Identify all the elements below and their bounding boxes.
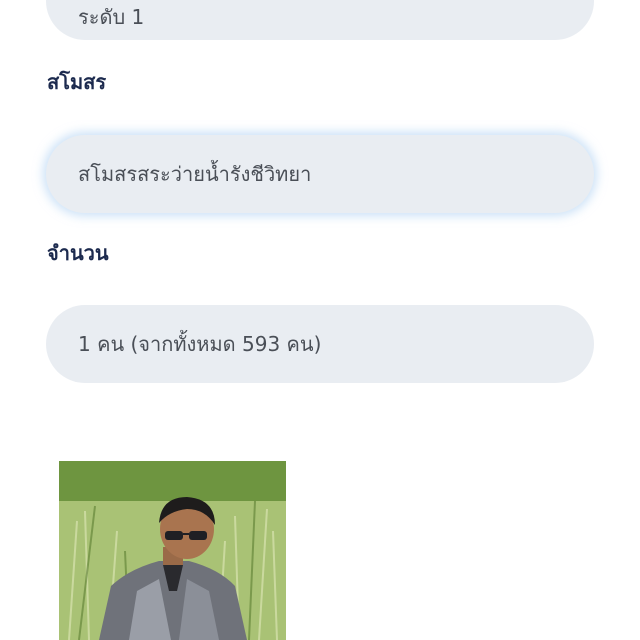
level-field[interactable]: ระดับ 1 <box>46 0 594 40</box>
club-label: สโมสร <box>47 70 107 94</box>
club-value: สโมสรสระว่ายน้ำรังชีวิทยา <box>78 162 312 186</box>
count-field[interactable]: 1 คน (จากทั้งหมด 593 คน) <box>46 305 594 383</box>
count-label: จำนวน <box>47 241 109 265</box>
person-photo-icon <box>59 461 286 640</box>
member-photo[interactable] <box>59 461 286 640</box>
count-value: 1 คน (จากทั้งหมด 593 คน) <box>78 332 322 356</box>
level-value: ระดับ 1 <box>78 5 145 29</box>
club-field[interactable]: สโมสรสระว่ายน้ำรังชีวิทยา <box>46 135 594 213</box>
